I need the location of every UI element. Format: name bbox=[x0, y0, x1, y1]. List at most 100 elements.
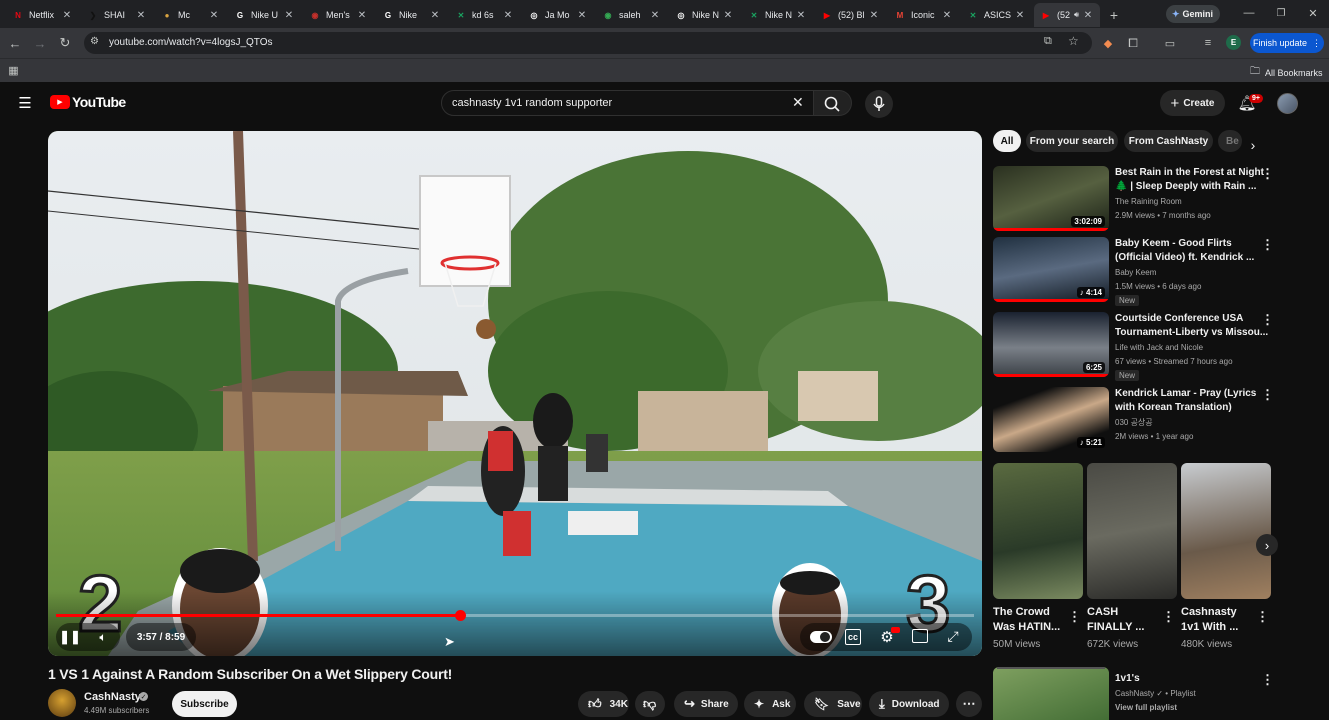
recommendation-channel[interactable]: Life with Jack and Nicole bbox=[1115, 341, 1203, 354]
filter-chip[interactable]: From your search bbox=[1026, 130, 1118, 152]
bookmark-star-icon[interactable]: ☆ bbox=[1068, 34, 1079, 48]
close-tab-icon[interactable]: ✕ bbox=[576, 10, 588, 21]
apps-grid-icon[interactable]: ▦ bbox=[7, 64, 20, 77]
search-button[interactable] bbox=[814, 90, 852, 116]
restore-icon[interactable]: ❐ bbox=[1274, 6, 1288, 20]
recommendation-title-line[interactable]: with Korean Translation) bbox=[1115, 401, 1232, 415]
recommendation-title-line[interactable]: Best Rain in the Forest at Night bbox=[1115, 166, 1264, 180]
extensions-icon[interactable]: ⧠ bbox=[1126, 36, 1140, 50]
search-input[interactable]: cashnasty 1v1 random supporter ✕ bbox=[441, 90, 814, 116]
url-text[interactable]: youtube.com/watch?v=4logsJ_QTOs bbox=[109, 37, 273, 48]
hamburger-menu-icon[interactable]: ☰ bbox=[17, 95, 33, 112]
pause-icon[interactable]: ❚❚ bbox=[59, 629, 81, 645]
recommendation-channel[interactable]: Baby Keem bbox=[1115, 266, 1156, 279]
close-tab-icon[interactable]: ✕ bbox=[356, 10, 368, 21]
voice-search-button[interactable] bbox=[865, 90, 893, 118]
back-icon[interactable]: ← bbox=[8, 36, 22, 51]
short-thumbnail[interactable] bbox=[1087, 463, 1177, 599]
close-tab-icon[interactable]: ✕ bbox=[502, 10, 514, 21]
close-window-icon[interactable]: ✕ bbox=[1306, 6, 1320, 20]
new-tab-icon[interactable]: + bbox=[1106, 7, 1122, 23]
browser-tab[interactable]: ◉ saleh ✕ bbox=[596, 3, 667, 27]
install-icon[interactable]: ⧉ bbox=[1044, 35, 1052, 48]
filter-chip[interactable]: All bbox=[993, 130, 1021, 152]
close-tab-icon[interactable]: ✕ bbox=[283, 10, 295, 21]
forward-icon[interactable]: → bbox=[33, 36, 47, 51]
youtube-logo[interactable]: ▶ YouTube bbox=[50, 94, 126, 110]
short-title-line[interactable]: CASH bbox=[1087, 605, 1118, 619]
recommendation-title-line[interactable]: Kendrick Lamar - Pray (Lyrics bbox=[1115, 387, 1256, 401]
finish-update-button[interactable]: Finish update ⋮ bbox=[1250, 33, 1324, 53]
recommendation-thumbnail[interactable]: 6:25 bbox=[993, 312, 1109, 377]
ask-button[interactable]: ✦ Ask bbox=[744, 691, 796, 717]
more-options-icon[interactable]: ⋮ bbox=[1068, 609, 1081, 625]
browser-tab[interactable]: ❯ SHAI ✕ bbox=[81, 3, 153, 27]
all-bookmarks-button[interactable]: 🗀 All Bookmarks bbox=[1250, 64, 1323, 81]
short-title-line[interactable]: Was HATIN... bbox=[993, 620, 1060, 634]
close-tab-icon[interactable]: ✕ bbox=[722, 10, 734, 21]
fullscreen-icon[interactable]: ⤢ bbox=[945, 628, 961, 644]
media-control-icon[interactable]: ≡ bbox=[1201, 36, 1215, 50]
short-thumbnail[interactable] bbox=[993, 463, 1083, 599]
browser-tab[interactable]: ✕ Nike N ✕ bbox=[742, 3, 813, 27]
playlist-thumbnail[interactable] bbox=[993, 667, 1109, 720]
channel-avatar[interactable] bbox=[48, 689, 76, 717]
recommendation-channel[interactable]: The Raining Room bbox=[1115, 195, 1182, 208]
create-button[interactable]: + Create bbox=[1160, 90, 1225, 116]
more-options-icon[interactable]: ⋮ bbox=[1162, 609, 1175, 625]
save-button[interactable]: 🔖︎ Save bbox=[804, 691, 862, 717]
chevron-right-icon[interactable]: › bbox=[1246, 137, 1260, 153]
playlist-more-icon[interactable]: ⋮ bbox=[1261, 672, 1274, 688]
browser-tab[interactable]: ◎ Nike N ✕ bbox=[669, 3, 740, 27]
split-view-icon[interactable]: ▭ bbox=[1163, 36, 1177, 50]
browser-tab[interactable]: ● Mc ✕ bbox=[155, 3, 226, 27]
short-thumbnail[interactable] bbox=[1181, 463, 1271, 599]
captions-icon[interactable]: cc bbox=[845, 629, 861, 645]
close-tab-icon[interactable]: ✕ bbox=[649, 10, 661, 21]
playlist-title[interactable]: 1v1's bbox=[1115, 672, 1140, 686]
minimize-icon[interactable]: — bbox=[1242, 6, 1256, 20]
close-tab-icon[interactable]: ✕ bbox=[61, 10, 73, 21]
close-tab-icon[interactable]: ✕ bbox=[429, 10, 441, 21]
browser-tab[interactable]: ◉ Men's ✕ bbox=[303, 3, 374, 27]
short-title-line[interactable]: FINALLY ... bbox=[1087, 620, 1144, 634]
like-button[interactable]: 👍︎ 34K bbox=[578, 691, 629, 717]
miniplayer-icon[interactable] bbox=[912, 629, 928, 643]
autoplay-toggle[interactable] bbox=[810, 631, 832, 643]
progress-scrubber[interactable] bbox=[454, 610, 466, 621]
site-info-icon[interactable]: ⚙ bbox=[90, 36, 99, 47]
filter-chip[interactable]: From CashNasty bbox=[1124, 130, 1213, 152]
close-tab-icon[interactable]: ✕ bbox=[868, 10, 880, 21]
view-full-playlist-link[interactable]: View full playlist bbox=[1115, 701, 1177, 714]
recommendation-title-line[interactable]: Baby Keem - Good Flirts bbox=[1115, 237, 1232, 251]
clear-search-icon[interactable]: ✕ bbox=[792, 94, 804, 111]
profile-avatar-icon[interactable]: E bbox=[1226, 35, 1241, 50]
progress-bar[interactable] bbox=[56, 614, 974, 617]
close-tab-icon[interactable]: ✕ bbox=[135, 10, 147, 21]
browser-tab[interactable]: ✕ kd 6s ✕ bbox=[449, 3, 520, 27]
browser-tab[interactable]: ▶ (52) Bl ✕ bbox=[815, 3, 886, 27]
recommendation-channel[interactable]: 030 공상공 bbox=[1115, 416, 1153, 429]
recommendation-title-line[interactable]: 🌲 | Sleep Deeply with Rain ... bbox=[1115, 180, 1256, 194]
reload-icon[interactable]: ↻ bbox=[58, 35, 72, 50]
more-actions-button[interactable]: ⋯ bbox=[956, 691, 982, 717]
volume-icon[interactable]: 🔈︎ bbox=[95, 629, 111, 645]
audio-playing-icon[interactable]: 🔊︎ bbox=[1074, 10, 1079, 20]
gemini-button[interactable]: ✦ Gemini bbox=[1166, 5, 1220, 23]
more-options-icon[interactable]: ⋮ bbox=[1256, 609, 1269, 625]
extension-brave-icon[interactable]: ◆ bbox=[1101, 36, 1115, 50]
close-tab-icon[interactable]: ✕ bbox=[1082, 10, 1094, 21]
browser-tab[interactable]: G Nike U ✕ bbox=[228, 3, 301, 27]
recommendation-thumbnail[interactable]: ♪ 5:21 bbox=[993, 387, 1109, 452]
shorts-next-arrow-icon[interactable]: › bbox=[1256, 534, 1278, 556]
recommendation-thumbnail[interactable]: 3:02:09 bbox=[993, 166, 1109, 231]
close-tab-icon[interactable]: ✕ bbox=[208, 10, 220, 21]
close-tab-icon[interactable]: ✕ bbox=[1014, 10, 1026, 21]
recommendation-title-line[interactable]: Tournament-Liberty vs Missou... bbox=[1115, 326, 1268, 340]
short-title-line[interactable]: The Crowd bbox=[993, 605, 1050, 619]
filter-chip[interactable]: Be bbox=[1218, 130, 1242, 152]
more-options-icon[interactable]: ⋮ bbox=[1261, 312, 1274, 328]
more-options-icon[interactable]: ⋮ bbox=[1261, 387, 1274, 403]
more-options-icon[interactable]: ⋮ bbox=[1261, 166, 1274, 182]
address-bar[interactable]: ⚙ youtube.com/watch?v=4logsJ_QTOs ⧉ ☆ bbox=[84, 32, 1092, 54]
